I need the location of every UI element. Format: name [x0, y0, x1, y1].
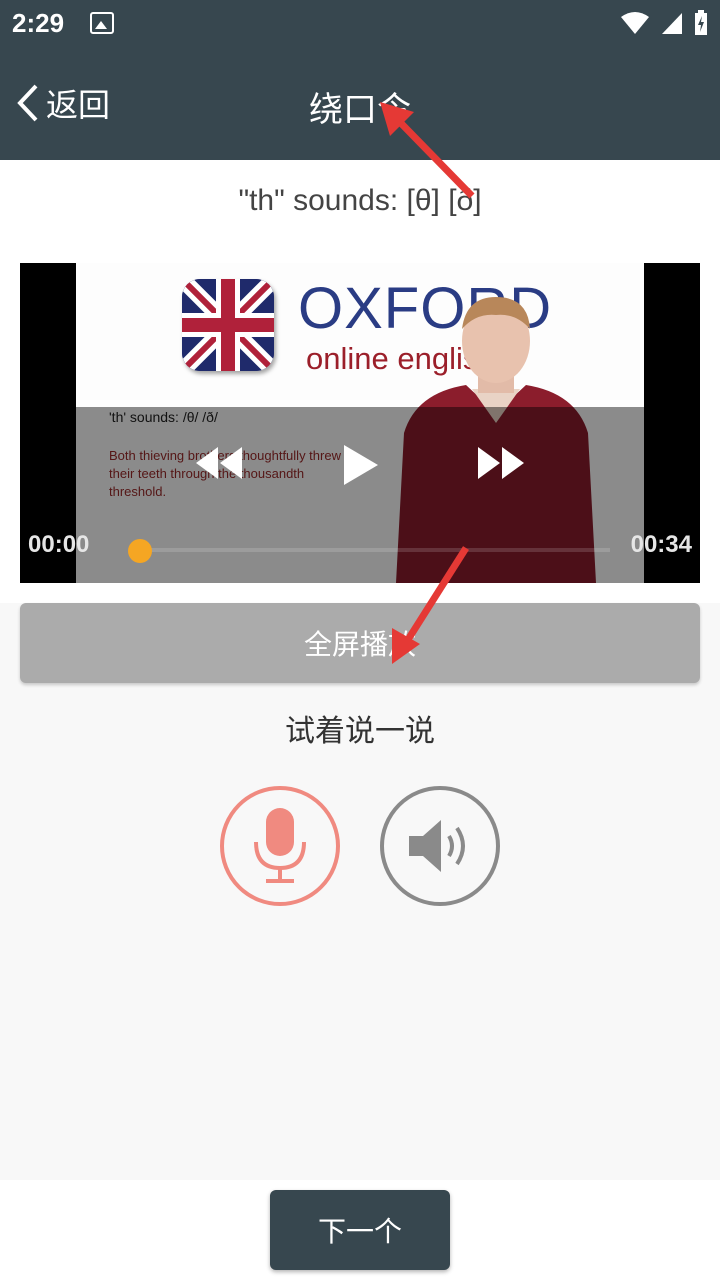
- progress-thumb[interactable]: [128, 539, 152, 563]
- status-icons: [620, 10, 708, 36]
- progress-track[interactable]: [140, 548, 610, 552]
- record-button[interactable]: [220, 786, 340, 906]
- status-time: 2:29: [12, 8, 65, 38]
- status-bar: 2:29: [0, 0, 720, 48]
- image-notification-icon: [90, 12, 114, 34]
- rewind-icon[interactable]: [192, 443, 244, 483]
- lesson-subtitle: "th" sounds: [θ] [ð]: [238, 184, 482, 217]
- video-controls-overlay: [76, 407, 644, 583]
- signal-icon: [662, 13, 682, 34]
- wifi-icon: [621, 12, 649, 34]
- union-jack-logo-icon: [182, 279, 274, 371]
- microphone-icon: [254, 808, 306, 883]
- battery-icon: [695, 10, 707, 35]
- app-toolbar: 返回 绕口令: [0, 48, 720, 160]
- speaker-icon: [409, 820, 465, 872]
- video-player[interactable]: OXFORD online english 'th' sounds: /θ/ /…: [20, 263, 700, 583]
- fast-forward-icon[interactable]: [476, 443, 528, 483]
- duration-time: 00:34: [630, 531, 692, 558]
- next-button[interactable]: 下一个: [270, 1190, 450, 1270]
- try-speaking-label: 试着说一说: [285, 714, 435, 749]
- current-time: 00:00: [28, 531, 90, 558]
- page-title: 绕口令: [309, 90, 411, 130]
- playback-button[interactable]: [380, 786, 500, 906]
- play-icon[interactable]: [340, 443, 380, 487]
- fullscreen-play-button[interactable]: 全屏播放: [20, 603, 700, 683]
